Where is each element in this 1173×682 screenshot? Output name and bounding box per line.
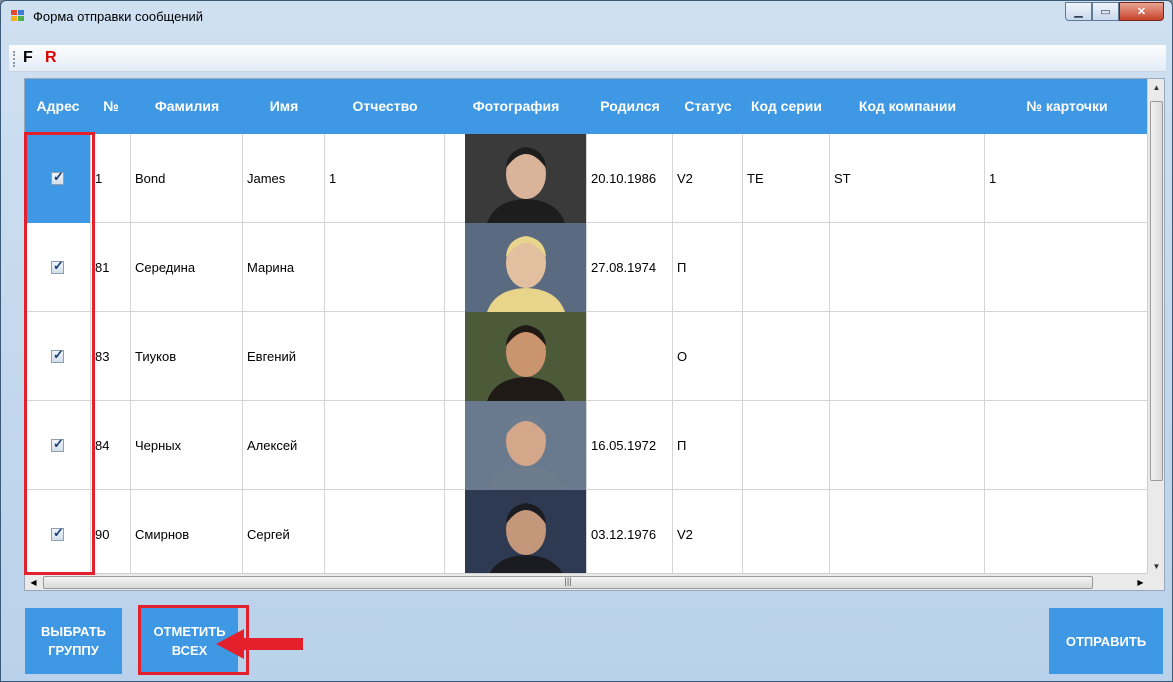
company-cell[interactable] — [830, 490, 985, 579]
photo-cell[interactable] — [465, 134, 587, 223]
status-cell[interactable]: V2 — [673, 490, 743, 579]
born-cell[interactable]: 20.10.1986 — [587, 134, 673, 223]
toolbar-f-button[interactable]: F — [23, 49, 33, 67]
column-header[interactable]: Фотография — [445, 79, 587, 134]
card-cell[interactable] — [985, 401, 1149, 490]
series-cell[interactable] — [743, 223, 830, 312]
column-header[interactable]: № — [91, 79, 131, 134]
patronymic-cell[interactable] — [325, 312, 445, 401]
patronymic-cell[interactable]: 1 — [325, 134, 445, 223]
company-cell[interactable] — [830, 223, 985, 312]
name-cell[interactable]: Алексей — [243, 401, 325, 490]
column-header[interactable]: Отчество — [325, 79, 445, 134]
person-photo — [465, 223, 586, 312]
app-icon — [11, 10, 25, 22]
born-cell[interactable]: 16.05.1972 — [587, 401, 673, 490]
no-cell[interactable]: 81 — [91, 223, 131, 312]
column-header[interactable]: Адрес — [25, 79, 91, 134]
table-row[interactable]: 84ЧерныхАлексей 16.05.1972П — [25, 401, 1149, 490]
series-cell[interactable] — [743, 312, 830, 401]
scroll-up-arrow[interactable]: ▲ — [1148, 79, 1164, 96]
table-row[interactable]: 81СерединаМарина 27.08.1974П — [25, 223, 1149, 312]
contacts-grid: Адрес № Фамилия Имя Отчество Фотография Родилс… — [24, 78, 1165, 591]
company-cell[interactable] — [830, 401, 985, 490]
horizontal-scroll-thumb[interactable]: ||| — [43, 576, 1093, 589]
no-cell[interactable]: 90 — [91, 490, 131, 579]
company-cell[interactable] — [830, 312, 985, 401]
card-cell[interactable] — [985, 223, 1149, 312]
surname-cell[interactable]: Середина — [131, 223, 243, 312]
message-form-window: Форма отправки сообщений ▁ ▭ ✕ F R Адрес… — [0, 0, 1173, 682]
photo-cell[interactable] — [465, 223, 587, 312]
vertical-scroll-thumb[interactable] — [1150, 101, 1163, 481]
column-header[interactable]: Статус — [673, 79, 743, 134]
surname-cell[interactable]: Тиуков — [131, 312, 243, 401]
pointer-arrow-icon — [216, 629, 303, 659]
horizontal-scrollbar[interactable]: ◀ ||| ▶ — [25, 573, 1149, 590]
no-cell[interactable]: 83 — [91, 312, 131, 401]
column-header[interactable]: Фамилия — [131, 79, 243, 134]
vertical-scrollbar[interactable]: ▲ ▼ — [1147, 79, 1164, 575]
window-title: Форма отправки сообщений — [33, 9, 204, 24]
company-cell[interactable]: ST — [830, 134, 985, 223]
born-cell[interactable]: 27.08.1974 — [587, 223, 673, 312]
maximize-button[interactable]: ▭ — [1092, 2, 1119, 21]
status-cell[interactable]: П — [673, 401, 743, 490]
no-cell[interactable]: 1 — [91, 134, 131, 223]
person-photo — [465, 134, 586, 223]
photo-cell[interactable] — [465, 490, 587, 579]
name-cell[interactable]: Марина — [243, 223, 325, 312]
table-row[interactable]: 83ТиуковЕвгений О — [25, 312, 1149, 401]
patronymic-cell[interactable] — [325, 223, 445, 312]
scroll-corner — [1147, 573, 1164, 590]
person-photo — [465, 401, 586, 490]
column-header[interactable]: № карточки — [985, 79, 1149, 134]
close-button[interactable]: ✕ — [1119, 2, 1164, 21]
grid-header: Адрес № Фамилия Имя Отчество Фотография Родилс… — [25, 79, 1149, 134]
patronymic-cell[interactable] — [325, 490, 445, 579]
series-cell[interactable]: TE — [743, 134, 830, 223]
status-cell[interactable]: О — [673, 312, 743, 401]
card-cell[interactable]: 1 — [985, 134, 1149, 223]
no-cell[interactable]: 84 — [91, 401, 131, 490]
title-bar: Форма отправки сообщений ▁ ▭ ✕ — [1, 1, 1172, 31]
patronymic-cell[interactable] — [325, 401, 445, 490]
toolbar-grip[interactable] — [13, 51, 15, 67]
column-header[interactable]: Имя — [243, 79, 325, 134]
person-photo — [465, 312, 586, 401]
scroll-left-arrow[interactable]: ◀ — [25, 574, 42, 590]
surname-cell[interactable]: Bond — [131, 134, 243, 223]
born-cell[interactable] — [587, 312, 673, 401]
name-cell[interactable]: Евгений — [243, 312, 325, 401]
series-cell[interactable] — [743, 490, 830, 579]
column-header[interactable]: Код компании — [830, 79, 985, 134]
photo-cell[interactable] — [465, 401, 587, 490]
toolbar: F R — [9, 45, 1166, 72]
column-header[interactable]: Код серии — [743, 79, 830, 134]
name-cell[interactable]: Сергей — [243, 490, 325, 579]
born-cell[interactable]: 03.12.1976 — [587, 490, 673, 579]
toolbar-r-button[interactable]: R — [45, 49, 57, 67]
send-button[interactable]: ОТПРАВИТЬ — [1049, 608, 1163, 674]
surname-cell[interactable]: Смирнов — [131, 490, 243, 579]
status-cell[interactable]: V2 — [673, 134, 743, 223]
series-cell[interactable] — [743, 401, 830, 490]
card-cell[interactable] — [985, 312, 1149, 401]
table-row[interactable]: 90СмирновСергей 03.12.1976V2 — [25, 490, 1149, 579]
surname-cell[interactable]: Черных — [131, 401, 243, 490]
select-group-button[interactable]: ВЫБРАТЬ ГРУППУ — [25, 608, 122, 674]
minimize-button[interactable]: ▁ — [1065, 2, 1092, 21]
column-header[interactable]: Родился — [587, 79, 673, 134]
photo-cell[interactable] — [465, 312, 587, 401]
card-cell[interactable] — [985, 490, 1149, 579]
status-cell[interactable]: П — [673, 223, 743, 312]
address-column-highlight — [24, 132, 95, 575]
table-row[interactable]: 1BondJames120.10.1986V2TEST1 — [25, 134, 1149, 223]
name-cell[interactable]: James — [243, 134, 325, 223]
person-photo — [465, 490, 586, 579]
